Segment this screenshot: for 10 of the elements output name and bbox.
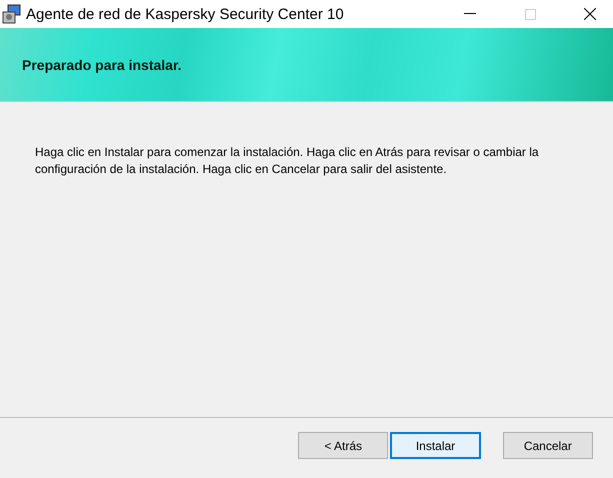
minimize-icon (464, 13, 476, 15)
window-title: Agente de red de Kaspersky Security Center 10 (26, 6, 345, 22)
instruction-text: Haga clic en Instalar para comenzar la instalación. Haga clic en Atrás para revisar o cambiar la configuración de la instalación. Haga clic en Cancelar para salir del asistente. (35, 144, 540, 178)
page-title: Preparado para instalar. (22, 56, 182, 72)
wizard-button[interactable]: < Atrás (298, 432, 388, 459)
maximize-icon (524, 8, 536, 20)
wizard-button[interactable]: Cancelar (502, 432, 593, 459)
installer-icon (2, 4, 22, 24)
wizard-button[interactable]: Instalar (390, 432, 481, 459)
close-icon (584, 8, 596, 20)
